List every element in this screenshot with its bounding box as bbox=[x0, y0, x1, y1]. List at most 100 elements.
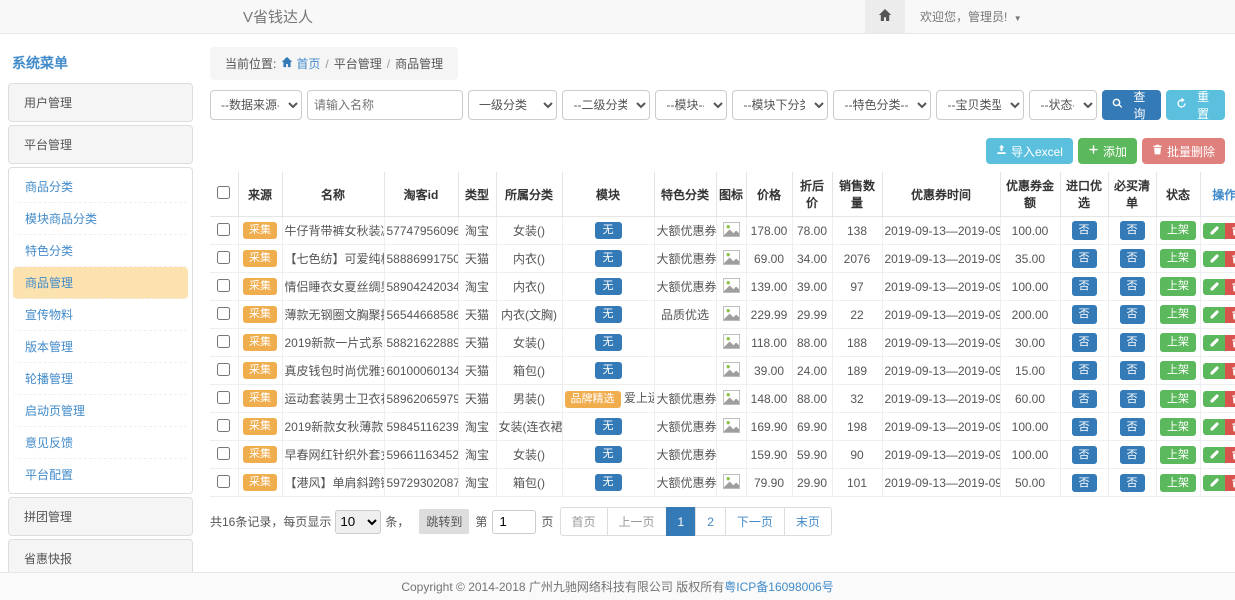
batch-delete-button[interactable]: 批量删除 bbox=[1142, 138, 1225, 164]
delete-button[interactable] bbox=[1225, 363, 1235, 379]
status-toggle[interactable]: 上架 bbox=[1160, 474, 1196, 492]
status-toggle[interactable]: 上架 bbox=[1160, 446, 1196, 464]
row-checkbox[interactable] bbox=[217, 391, 230, 404]
delete-button[interactable] bbox=[1225, 223, 1235, 239]
edit-button[interactable] bbox=[1203, 307, 1225, 323]
filter-module-sub[interactable]: --模块下分类-- bbox=[732, 90, 828, 120]
page-button-0[interactable]: 首页 bbox=[559, 507, 607, 536]
status-toggle[interactable]: 上架 bbox=[1160, 221, 1196, 239]
must-buy-toggle[interactable]: 否 bbox=[1120, 249, 1145, 267]
delete-button[interactable] bbox=[1225, 279, 1235, 295]
sidebar-item-3[interactable]: 商品管理 bbox=[13, 267, 188, 299]
filter-feature[interactable]: --特色分类-- bbox=[833, 90, 931, 120]
status-toggle[interactable]: 上架 bbox=[1160, 418, 1196, 436]
row-checkbox[interactable] bbox=[217, 223, 230, 236]
delete-button[interactable] bbox=[1225, 391, 1235, 407]
navbar-home-button[interactable] bbox=[865, 0, 905, 33]
row-checkbox[interactable] bbox=[217, 335, 230, 348]
jump-button[interactable]: 跳转到 bbox=[419, 509, 469, 534]
row-checkbox[interactable] bbox=[217, 475, 230, 488]
edit-button[interactable] bbox=[1203, 391, 1225, 407]
import-excel-button[interactable]: 导入excel bbox=[986, 138, 1073, 164]
icp-link[interactable]: 粤ICP备16098006号 bbox=[724, 578, 833, 595]
select-all-checkbox[interactable] bbox=[217, 186, 230, 199]
search-button[interactable]: 查询 bbox=[1102, 90, 1161, 120]
row-checkbox[interactable] bbox=[217, 419, 230, 432]
row-checkbox[interactable] bbox=[217, 279, 230, 292]
sidebar-item-6[interactable]: 轮播管理 bbox=[13, 363, 188, 395]
must-buy-toggle[interactable]: 否 bbox=[1120, 474, 1145, 492]
page-button-5[interactable]: 末页 bbox=[784, 507, 832, 536]
filter-data-source[interactable]: --数据来源-- bbox=[210, 90, 302, 120]
delete-button[interactable] bbox=[1225, 335, 1235, 351]
import-select-toggle[interactable]: 否 bbox=[1072, 221, 1097, 239]
sidebar-item-1[interactable]: 模块商品分类 bbox=[13, 203, 188, 235]
delete-button[interactable] bbox=[1225, 447, 1235, 463]
sidebar-section-2[interactable]: 拼团管理 bbox=[9, 498, 192, 535]
status-toggle[interactable]: 上架 bbox=[1160, 277, 1196, 295]
row-checkbox[interactable] bbox=[217, 251, 230, 264]
status-toggle[interactable]: 上架 bbox=[1160, 249, 1196, 267]
status-toggle[interactable]: 上架 bbox=[1160, 305, 1196, 323]
delete-button[interactable] bbox=[1225, 307, 1235, 323]
must-buy-toggle[interactable]: 否 bbox=[1120, 361, 1145, 379]
sidebar-section-1[interactable]: 平台管理 bbox=[9, 126, 192, 163]
jump-page-input[interactable] bbox=[492, 510, 536, 534]
name-search-input[interactable] bbox=[307, 90, 463, 120]
sidebar-item-7[interactable]: 启动页管理 bbox=[13, 395, 188, 427]
import-select-toggle[interactable]: 否 bbox=[1072, 418, 1097, 436]
reset-button[interactable]: 重置 bbox=[1166, 90, 1225, 120]
edit-button[interactable] bbox=[1203, 251, 1225, 267]
import-select-toggle[interactable]: 否 bbox=[1072, 305, 1097, 323]
must-buy-toggle[interactable]: 否 bbox=[1120, 390, 1145, 408]
must-buy-toggle[interactable]: 否 bbox=[1120, 221, 1145, 239]
must-buy-toggle[interactable]: 否 bbox=[1120, 333, 1145, 351]
filter-item-type[interactable]: --宝贝类型-- bbox=[936, 90, 1024, 120]
page-button-1[interactable]: 上一页 bbox=[607, 507, 667, 536]
delete-button[interactable] bbox=[1225, 251, 1235, 267]
page-button-3[interactable]: 2 bbox=[695, 507, 726, 536]
import-select-toggle[interactable]: 否 bbox=[1072, 333, 1097, 351]
import-select-toggle[interactable]: 否 bbox=[1072, 361, 1097, 379]
must-buy-toggle[interactable]: 否 bbox=[1120, 277, 1145, 295]
sidebar-item-8[interactable]: 意见反馈 bbox=[13, 427, 188, 459]
edit-button[interactable] bbox=[1203, 419, 1225, 435]
sidebar-item-2[interactable]: 特色分类 bbox=[13, 235, 188, 267]
edit-button[interactable] bbox=[1203, 363, 1225, 379]
row-checkbox[interactable] bbox=[217, 447, 230, 460]
filter-status[interactable]: --状态-- bbox=[1029, 90, 1097, 120]
filter-level2[interactable]: --二级分类-- bbox=[562, 90, 650, 120]
add-button[interactable]: 添加 bbox=[1078, 138, 1137, 164]
status-toggle[interactable]: 上架 bbox=[1160, 361, 1196, 379]
edit-button[interactable] bbox=[1203, 447, 1225, 463]
import-select-toggle[interactable]: 否 bbox=[1072, 446, 1097, 464]
filter-module[interactable]: --模块-- bbox=[655, 90, 727, 120]
import-select-toggle[interactable]: 否 bbox=[1072, 249, 1097, 267]
edit-button[interactable] bbox=[1203, 223, 1225, 239]
import-select-toggle[interactable]: 否 bbox=[1072, 390, 1097, 408]
row-checkbox[interactable] bbox=[217, 307, 230, 320]
sidebar-item-5[interactable]: 版本管理 bbox=[13, 331, 188, 363]
edit-button[interactable] bbox=[1203, 475, 1225, 491]
user-menu[interactable]: 欢迎您，管理员! ▼ bbox=[920, 8, 1022, 25]
must-buy-toggle[interactable]: 否 bbox=[1120, 446, 1145, 464]
must-buy-toggle[interactable]: 否 bbox=[1120, 305, 1145, 323]
import-select-toggle[interactable]: 否 bbox=[1072, 277, 1097, 295]
edit-button[interactable] bbox=[1203, 279, 1225, 295]
sidebar-item-4[interactable]: 宣传物料 bbox=[13, 299, 188, 331]
page-button-4[interactable]: 下一页 bbox=[725, 507, 785, 536]
delete-button[interactable] bbox=[1225, 419, 1235, 435]
breadcrumb-home-link[interactable]: 首页 bbox=[281, 55, 320, 72]
sidebar-section-0[interactable]: 用户管理 bbox=[9, 84, 192, 121]
page-button-2[interactable]: 1 bbox=[666, 507, 697, 536]
import-select-toggle[interactable]: 否 bbox=[1072, 474, 1097, 492]
sidebar-item-9[interactable]: 平台配置 bbox=[13, 459, 188, 490]
edit-button[interactable] bbox=[1203, 335, 1225, 351]
filter-level1[interactable]: 一级分类 bbox=[468, 90, 557, 120]
row-checkbox[interactable] bbox=[217, 363, 230, 376]
sidebar-item-0[interactable]: 商品分类 bbox=[13, 171, 188, 203]
delete-button[interactable] bbox=[1225, 475, 1235, 491]
must-buy-toggle[interactable]: 否 bbox=[1120, 418, 1145, 436]
status-toggle[interactable]: 上架 bbox=[1160, 333, 1196, 351]
per-page-select[interactable]: 10 bbox=[335, 510, 381, 534]
